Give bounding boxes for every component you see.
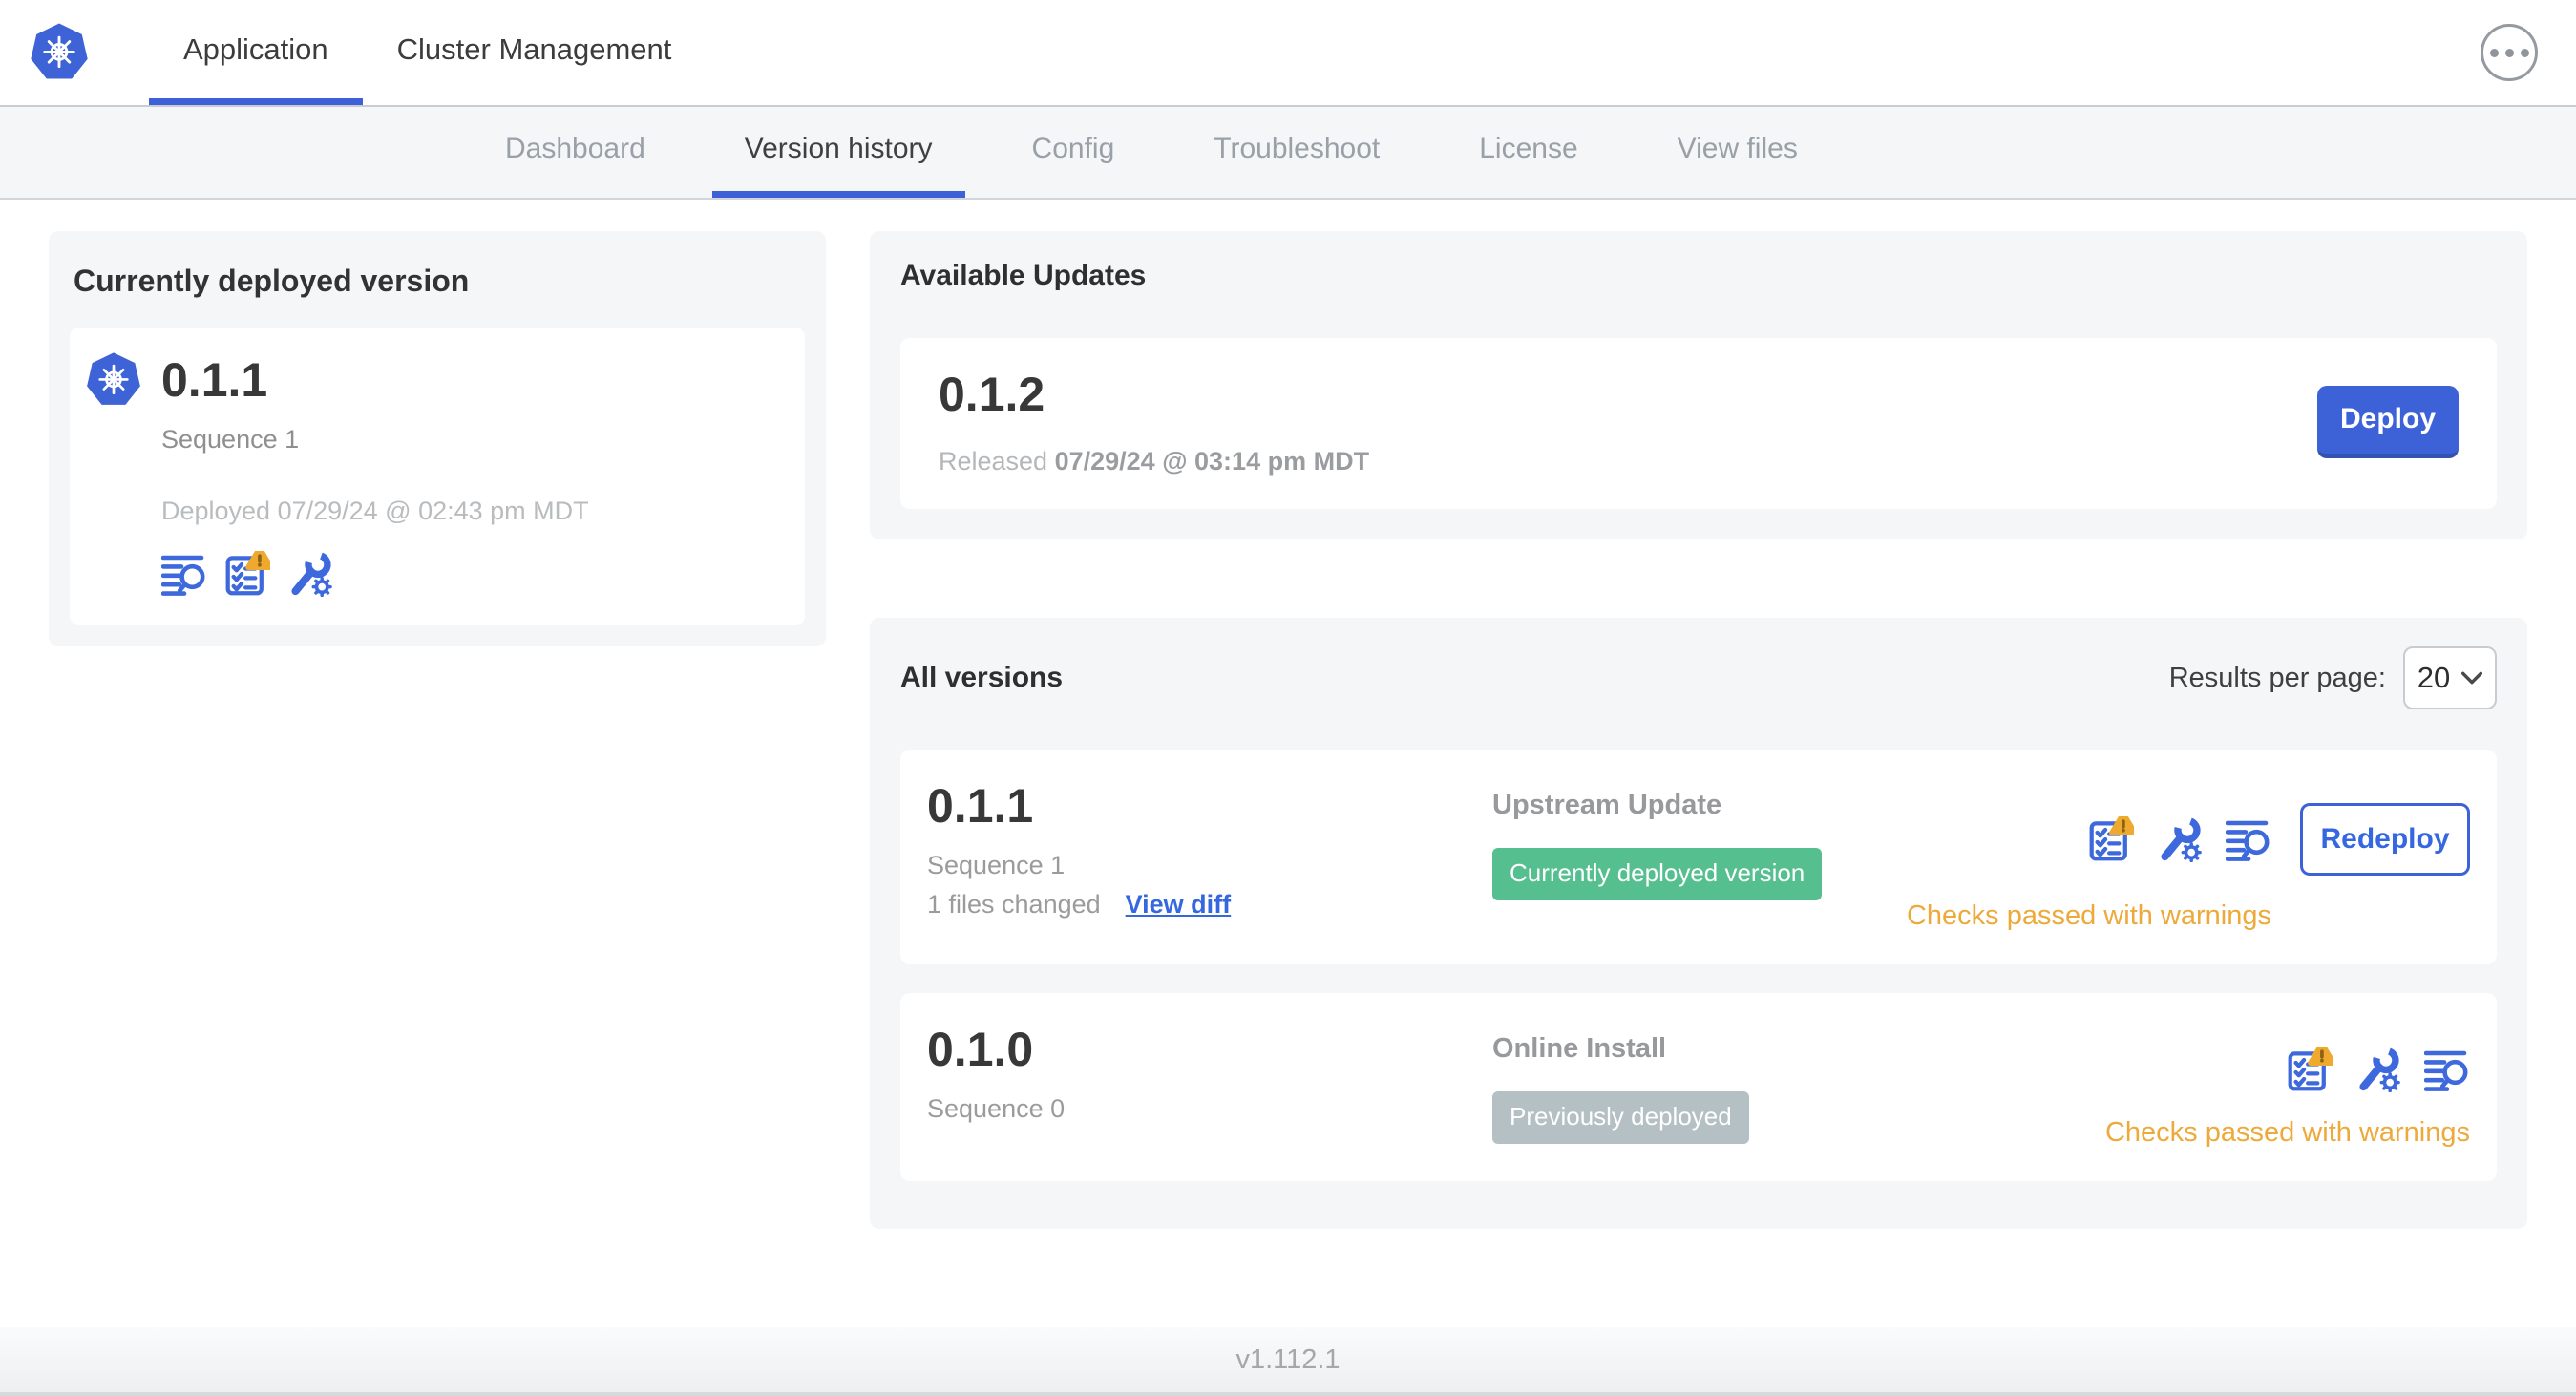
tab-cluster-management-label: Cluster Management bbox=[396, 32, 672, 66]
preflight-checks-warning-icon[interactable] bbox=[2088, 816, 2134, 862]
deployed-timestamp: Deployed 07/29/24 @ 02:43 pm MDT bbox=[161, 497, 589, 525]
row-sequence: Sequence 0 bbox=[927, 1094, 1066, 1123]
version-row-0-1-1: 0.1.1 Sequence 1 1 files changed View di… bbox=[900, 750, 2497, 964]
deployed-version-actions bbox=[161, 551, 782, 597]
status-badge: Currently deployed version bbox=[1492, 848, 1823, 900]
results-per-page-value: 20 bbox=[2417, 661, 2451, 694]
tab-application[interactable]: Application bbox=[149, 0, 363, 105]
checks-status-link[interactable]: Checks passed with warnings bbox=[2105, 1117, 2470, 1149]
overflow-menu-button[interactable] bbox=[2481, 24, 2538, 81]
preflight-checks-warning-icon[interactable] bbox=[224, 551, 270, 597]
row-version-number: 0.1.0 bbox=[927, 1023, 1034, 1076]
update-row: 0.1.2 Released 07/29/24 @ 03:14 pm MDT D… bbox=[900, 338, 2497, 509]
available-updates-title: Available Updates bbox=[900, 260, 1147, 291]
deploy-button[interactable]: Deploy bbox=[2317, 385, 2459, 458]
row-version-number: 0.1.1 bbox=[927, 779, 1034, 833]
update-released-line: Released 07/29/24 @ 03:14 pm MDT bbox=[939, 447, 1369, 476]
released-label: Released bbox=[939, 447, 1048, 476]
version-row-left: 0.1.1 Sequence 1 1 files changed View di… bbox=[927, 778, 1492, 932]
subnav-item-view-files[interactable]: View files bbox=[1645, 107, 1830, 198]
update-info: 0.1.2 Released 07/29/24 @ 03:14 pm MDT bbox=[939, 367, 1369, 476]
all-versions-header: All versions Results per page: 20 bbox=[900, 646, 2497, 709]
released-timestamp: 07/29/24 @ 03:14 pm MDT bbox=[1054, 447, 1370, 476]
tab-application-label: Application bbox=[183, 32, 328, 66]
chevron-down-icon bbox=[2461, 671, 2482, 685]
all-versions-card: All versions Results per page: 20 0.1.1 … bbox=[870, 618, 2527, 1229]
subnav-item-dashboard[interactable]: Dashboard bbox=[473, 107, 678, 198]
diff-logs-icon[interactable] bbox=[161, 551, 207, 597]
status-badge: Previously deployed bbox=[1492, 1091, 1749, 1144]
checks-status-link[interactable]: Checks passed with warnings bbox=[1907, 900, 2271, 932]
version-row-left: 0.1.0 Sequence 0 bbox=[927, 1022, 1492, 1149]
deployed-version-number: 0.1.1 bbox=[161, 353, 268, 407]
kubernetes-logo-icon bbox=[29, 21, 90, 84]
update-version-number: 0.1.2 bbox=[939, 368, 1045, 421]
top-tab-bar: Application Cluster Management bbox=[149, 0, 706, 105]
version-row-middle: Online Install Previously deployed bbox=[1492, 1022, 2105, 1149]
top-bar: Application Cluster Management bbox=[0, 0, 2576, 107]
subnav-item-config[interactable]: Config bbox=[1000, 107, 1148, 198]
version-row-0-1-0: 0.1.0 Sequence 0 Online Install Previous… bbox=[900, 993, 2497, 1181]
row-source-label: Upstream Update bbox=[1492, 790, 1722, 820]
diff-logs-icon[interactable] bbox=[2424, 1047, 2470, 1092]
page-footer: v1.112.1 bbox=[0, 1327, 2576, 1396]
app-subnav: Dashboard Version history Config Trouble… bbox=[0, 107, 2576, 200]
right-column: Available Updates 0.1.2 Released 07/29/2… bbox=[870, 231, 2527, 1229]
subnav-item-version-history[interactable]: Version history bbox=[711, 107, 965, 198]
main-content: Currently deployed version 0.1.1 Sequenc… bbox=[0, 200, 2576, 1327]
deployed-version-card: 0.1.1 Sequence 1 Deployed 07/29/24 @ 02:… bbox=[70, 328, 805, 625]
tab-cluster-management[interactable]: Cluster Management bbox=[363, 0, 707, 105]
results-per-page-select[interactable]: 20 bbox=[2403, 646, 2497, 709]
view-diff-link[interactable]: View diff bbox=[1126, 890, 1232, 920]
row-sequence: Sequence 1 bbox=[927, 851, 1066, 879]
all-versions-title: All versions bbox=[900, 662, 1064, 693]
diff-logs-icon[interactable] bbox=[2226, 816, 2271, 862]
preflight-checks-warning-icon[interactable] bbox=[2287, 1047, 2333, 1092]
app-logo-icon bbox=[85, 350, 142, 410]
currently-deployed-card: Currently deployed version 0.1.1 Sequenc… bbox=[49, 231, 826, 646]
available-updates-card: Available Updates 0.1.2 Released 07/29/2… bbox=[870, 231, 2527, 539]
subnav-item-troubleshoot[interactable]: Troubleshoot bbox=[1181, 107, 1412, 198]
config-icon[interactable] bbox=[2157, 816, 2203, 862]
redeploy-button[interactable]: Redeploy bbox=[2300, 803, 2470, 876]
results-per-page: Results per page: 20 bbox=[2169, 646, 2497, 709]
admin-console-page: Application Cluster Management Dashboard… bbox=[0, 0, 2576, 1396]
subnav-item-license[interactable]: License bbox=[1446, 107, 1610, 198]
files-changed-label: 1 files changed bbox=[927, 890, 1101, 919]
ellipsis-icon bbox=[2489, 48, 2499, 57]
config-icon[interactable] bbox=[2355, 1047, 2401, 1092]
version-row-actions: Redeploy Checks passed with warnings bbox=[1907, 778, 2470, 932]
results-per-page-label: Results per page: bbox=[2168, 662, 2386, 693]
config-icon[interactable] bbox=[287, 551, 333, 597]
console-version: v1.112.1 bbox=[1235, 1343, 1341, 1375]
version-row-actions: Checks passed with warnings bbox=[2105, 1022, 2470, 1149]
currently-deployed-title: Currently deployed version bbox=[74, 264, 470, 298]
row-source-label: Online Install bbox=[1492, 1033, 1667, 1064]
deployed-sequence: Sequence 1 bbox=[161, 425, 300, 454]
version-row-middle: Upstream Update Currently deployed versi… bbox=[1492, 778, 1907, 932]
